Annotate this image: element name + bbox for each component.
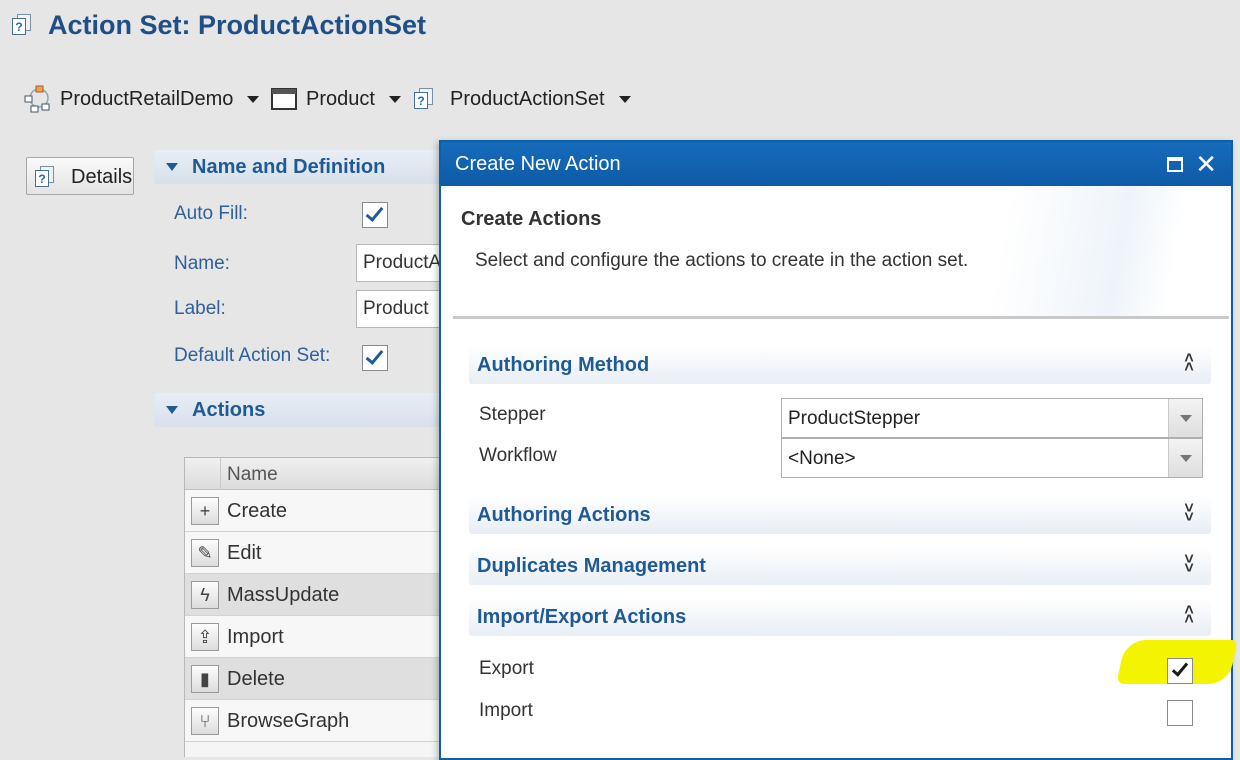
plus-icon: + xyxy=(191,497,219,525)
import-checkbox[interactable] xyxy=(1167,700,1193,726)
import-export-header[interactable]: Import/Export Actions ˄ ˄ xyxy=(469,598,1211,636)
breadcrumb-app[interactable]: ProductRetailDemo xyxy=(22,85,260,113)
lightning-icon: ϟ xyxy=(191,581,219,609)
details-button-label: Details xyxy=(71,166,133,188)
table-row[interactable]: ✎ Edit xyxy=(185,532,454,574)
upload-icon: ⇪ xyxy=(191,623,219,651)
create-new-action-dialog: Create New Action ✕ Create Actions Selec… xyxy=(439,140,1238,760)
breadcrumb-entity-label: Product xyxy=(306,87,375,110)
close-icon[interactable]: ✕ xyxy=(1195,151,1217,177)
table-row[interactable]: ⇪ Import xyxy=(185,616,454,658)
duplicates-management-header[interactable]: Duplicates Management ˅ ˅ xyxy=(469,547,1211,585)
collapse-triangle-icon xyxy=(166,406,178,414)
window-icon xyxy=(271,88,297,110)
stepper-value: ProductStepper xyxy=(788,408,921,429)
row-label: Edit xyxy=(227,542,262,564)
chevron-double-down-icon[interactable]: ˅ ˅ xyxy=(1183,501,1195,526)
breadcrumb-entity[interactable]: Product xyxy=(270,86,401,112)
authoring-method-header[interactable]: Authoring Method ˄ ˄ xyxy=(469,346,1211,384)
name-definition-title: Name and Definition xyxy=(192,155,386,178)
import-label: Import xyxy=(479,700,533,721)
branch-icon: ⑂ xyxy=(191,707,219,735)
table-row[interactable]: ▮ Delete xyxy=(185,658,454,700)
actions-header[interactable]: Actions xyxy=(154,393,454,427)
trash-icon: ▮ xyxy=(191,665,219,693)
dialog-heading: Create Actions xyxy=(461,208,602,230)
duplicates-management-title: Duplicates Management xyxy=(477,555,706,577)
import-export-title: Import/Export Actions xyxy=(477,606,687,628)
pencil-icon: ✎ xyxy=(191,539,219,567)
name-label: Name: xyxy=(174,253,230,274)
authoring-actions-title: Authoring Actions xyxy=(477,504,651,526)
export-checkbox[interactable] xyxy=(1167,658,1193,684)
workflow-label: Workflow xyxy=(479,445,557,466)
chevron-down-icon[interactable] xyxy=(618,95,631,103)
name-definition-header[interactable]: Name and Definition xyxy=(154,150,454,184)
row-label: Create xyxy=(227,500,288,522)
label-label: Label: xyxy=(174,298,226,319)
maximize-icon[interactable] xyxy=(1167,157,1183,172)
chevron-down-icon[interactable] xyxy=(388,95,401,103)
checkmark-icon xyxy=(365,346,384,365)
document-help-icon: ? xyxy=(35,166,55,188)
workflow-select[interactable]: <None> xyxy=(781,438,1203,478)
dialog-title: Create New Action xyxy=(455,153,621,175)
column-header-name[interactable]: Name xyxy=(227,464,278,486)
row-label: BrowseGraph xyxy=(227,710,350,732)
chevron-double-up-icon[interactable]: ˄ ˄ xyxy=(1183,603,1195,628)
stepper-select[interactable]: ProductStepper xyxy=(781,398,1203,438)
export-label: Export xyxy=(479,658,534,679)
authoring-method-title: Authoring Method xyxy=(477,354,650,376)
details-button[interactable]: ? Details xyxy=(26,157,134,195)
chevron-down-icon[interactable] xyxy=(247,95,260,103)
divider xyxy=(453,316,1229,319)
default-action-set-label: Default Action Set: xyxy=(174,345,331,366)
chevron-double-up-icon[interactable]: ˄ ˄ xyxy=(1183,351,1195,376)
auto-fill-label: Auto Fill: xyxy=(174,203,248,224)
breadcrumb-action-set-label: ProductActionSet xyxy=(450,87,605,110)
row-label: Delete xyxy=(227,668,285,690)
authoring-actions-header[interactable]: Authoring Actions ˅ ˅ xyxy=(469,496,1211,534)
actions-table-header: Name xyxy=(185,458,454,490)
chevron-double-down-icon[interactable]: ˅ ˅ xyxy=(1183,552,1195,577)
stepper-label: Stepper xyxy=(479,404,546,425)
page-title: Action Set: ProductActionSet xyxy=(48,10,427,40)
checkmark-icon xyxy=(365,203,384,222)
breadcrumb-app-label: ProductRetailDemo xyxy=(60,87,234,110)
row-label: MassUpdate xyxy=(227,584,340,606)
dropdown-arrow-icon[interactable] xyxy=(1168,439,1202,477)
auto-fill-checkbox[interactable] xyxy=(362,202,388,228)
workflow-value: <None> xyxy=(788,448,856,469)
table-row[interactable]: ⑂ BrowseGraph xyxy=(185,700,454,742)
breadcrumb-action-set[interactable]: ? ProductActionSet xyxy=(414,86,631,112)
action-set-help-icon: ? xyxy=(12,14,32,36)
table-row[interactable]: ϟ MassUpdate xyxy=(185,574,454,616)
collapse-triangle-icon xyxy=(166,163,178,171)
dropdown-arrow-icon[interactable] xyxy=(1168,399,1202,437)
default-action-set-checkbox[interactable] xyxy=(362,345,388,371)
document-help-icon: ? xyxy=(414,86,438,112)
app-hierarchy-icon xyxy=(24,85,50,113)
table-row[interactable]: + Create xyxy=(185,490,454,532)
actions-title: Actions xyxy=(192,398,266,421)
dialog-description: Select and configure the actions to crea… xyxy=(475,250,969,271)
checkmark-icon xyxy=(1171,659,1189,677)
row-label: Import xyxy=(227,626,284,648)
dialog-titlebar[interactable]: Create New Action ✕ xyxy=(441,142,1231,186)
actions-table: Name + Create ✎ Edit ϟ MassUpdate ⇪ Impo… xyxy=(184,457,454,757)
